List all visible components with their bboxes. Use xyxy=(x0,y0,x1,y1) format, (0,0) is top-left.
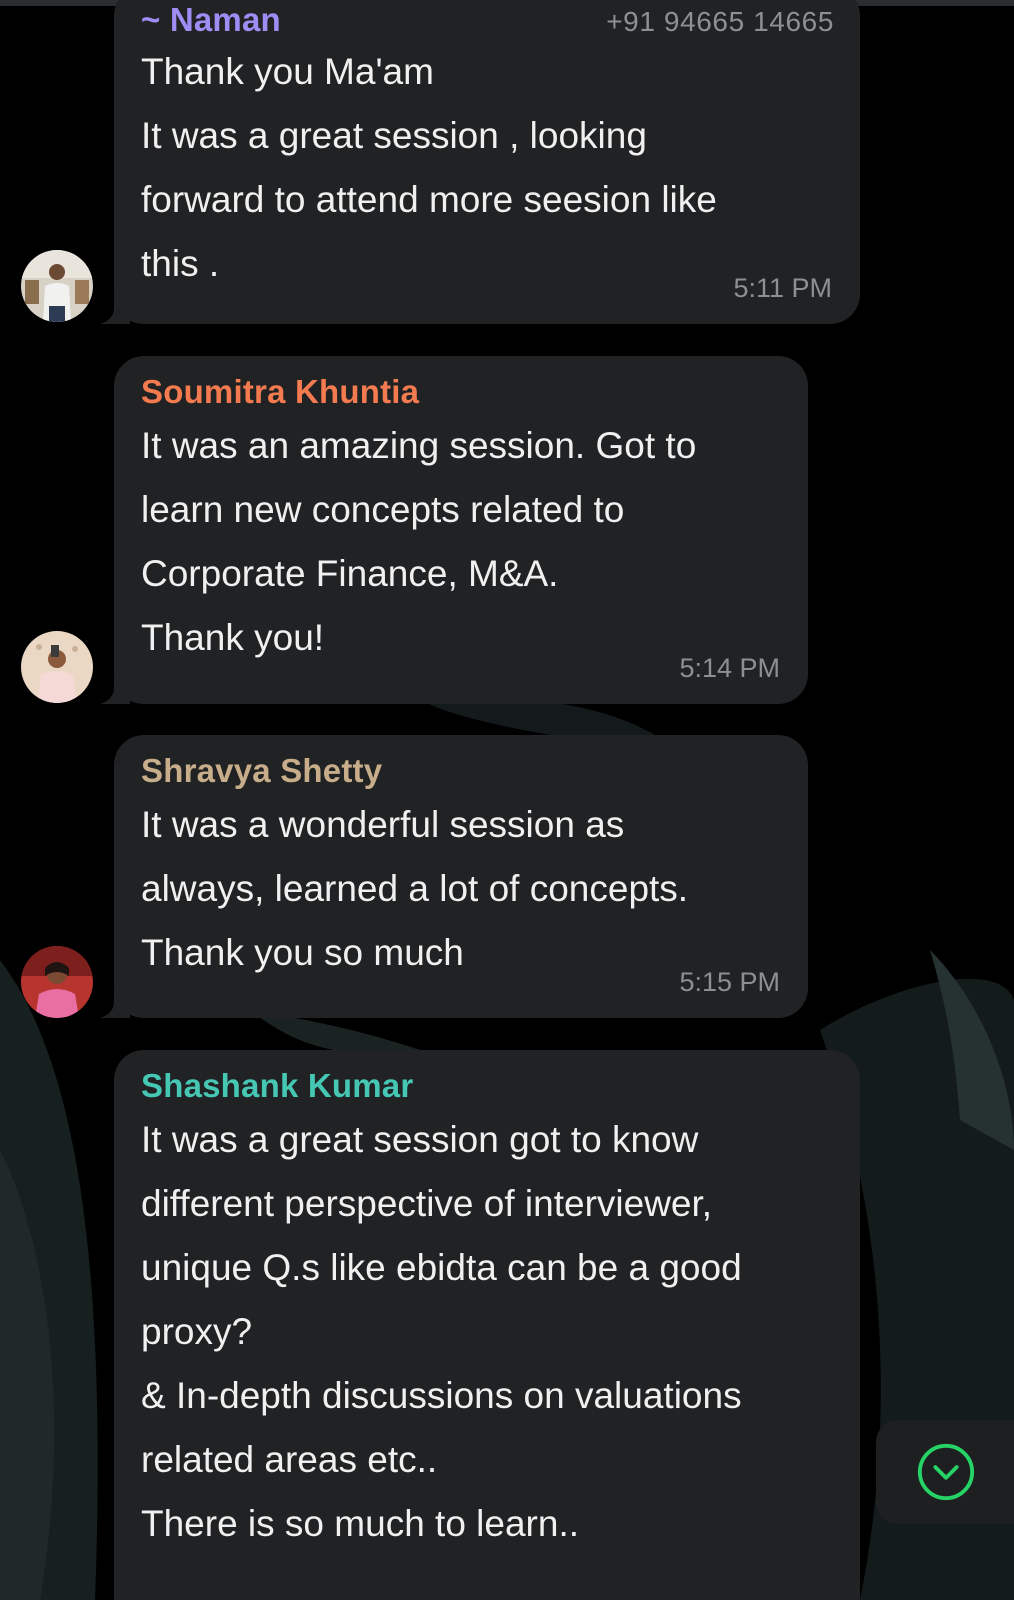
avatar-photo-woman-icon xyxy=(21,946,93,1018)
message-bubble-naman[interactable]: ~ Naman +91 94665 14665 Thank you Ma'am … xyxy=(100,0,860,324)
message-line: always, learned a lot of concepts. xyxy=(141,868,689,909)
message-header: Shravya Shetty xyxy=(141,751,782,791)
message-bubble-soumitra[interactable]: Soumitra Khuntia It was an amazing sessi… xyxy=(100,356,808,704)
bubble-tail xyxy=(100,678,130,704)
sender-name[interactable]: Shravya Shetty xyxy=(141,751,382,791)
sender-name[interactable]: Soumitra Khuntia xyxy=(141,372,419,412)
message-bubble-shashank[interactable]: Shashank Kumar It was a great session go… xyxy=(114,1050,860,1600)
avatar-soumitra[interactable] xyxy=(21,631,93,703)
message-header: ~ Naman +91 94665 14665 xyxy=(141,0,834,40)
message-line: It was a great session got to know xyxy=(141,1119,699,1160)
avatar-photo-man-standing-icon xyxy=(21,250,93,322)
message-line: It was a wonderful session as xyxy=(141,804,625,845)
message-line: unique Q.s like ebidta can be a good xyxy=(141,1247,742,1288)
message-header: Shashank Kumar xyxy=(141,1066,834,1106)
message-line: & In-depth discussions on valuations xyxy=(141,1375,742,1416)
message-text: It was a great session got to know diffe… xyxy=(141,1108,834,1556)
sender-phone: +91 94665 14665 xyxy=(606,6,834,37)
message-line: this . xyxy=(141,243,220,284)
message-line: There is so much to learn.. xyxy=(141,1503,580,1544)
message-header: Soumitra Khuntia xyxy=(141,372,782,412)
message-line: related areas etc.. xyxy=(141,1439,438,1480)
message-line: It was a great session , looking xyxy=(141,115,647,156)
scroll-to-bottom-button[interactable] xyxy=(876,1420,1014,1524)
avatar-naman[interactable] xyxy=(21,250,93,322)
sender-name[interactable]: ~ Naman xyxy=(141,0,281,40)
message-timestamp: 5:11 PM xyxy=(733,273,832,303)
message-line: proxy? xyxy=(141,1311,253,1352)
message-line: Corporate Finance, M&A. xyxy=(141,553,559,594)
avatar-shravya[interactable] xyxy=(21,946,93,1018)
message-line: different perspective of interviewer, xyxy=(141,1183,713,1224)
message-bubble-shravya[interactable]: Shravya Shetty It was a wonderful sessio… xyxy=(100,735,808,1018)
message-line: forward to attend more seesion like xyxy=(141,179,717,220)
message-text: Thank you Ma'am It was a great session ,… xyxy=(141,40,834,296)
message-line: Thank you Ma'am xyxy=(141,51,434,92)
message-text: It was an amazing session. Got to learn … xyxy=(141,414,782,670)
message-text: It was a wonderful session as always, le… xyxy=(141,793,782,985)
chat-screen: ~ Naman +91 94665 14665 Thank you Ma'am … xyxy=(0,0,1014,1600)
message-line: It was an amazing session. Got to xyxy=(141,425,697,466)
message-line: learn new concepts related to xyxy=(141,489,625,530)
message-timestamp: 5:15 PM xyxy=(679,967,780,997)
bubble-tail xyxy=(100,992,130,1018)
bubble-tail xyxy=(100,298,130,324)
sender-name[interactable]: Shashank Kumar xyxy=(141,1066,413,1106)
avatar-photo-man-selfie-icon xyxy=(21,631,93,703)
message-timestamp: 5:14 PM xyxy=(679,653,780,683)
chevron-down-circle-icon xyxy=(917,1443,975,1501)
